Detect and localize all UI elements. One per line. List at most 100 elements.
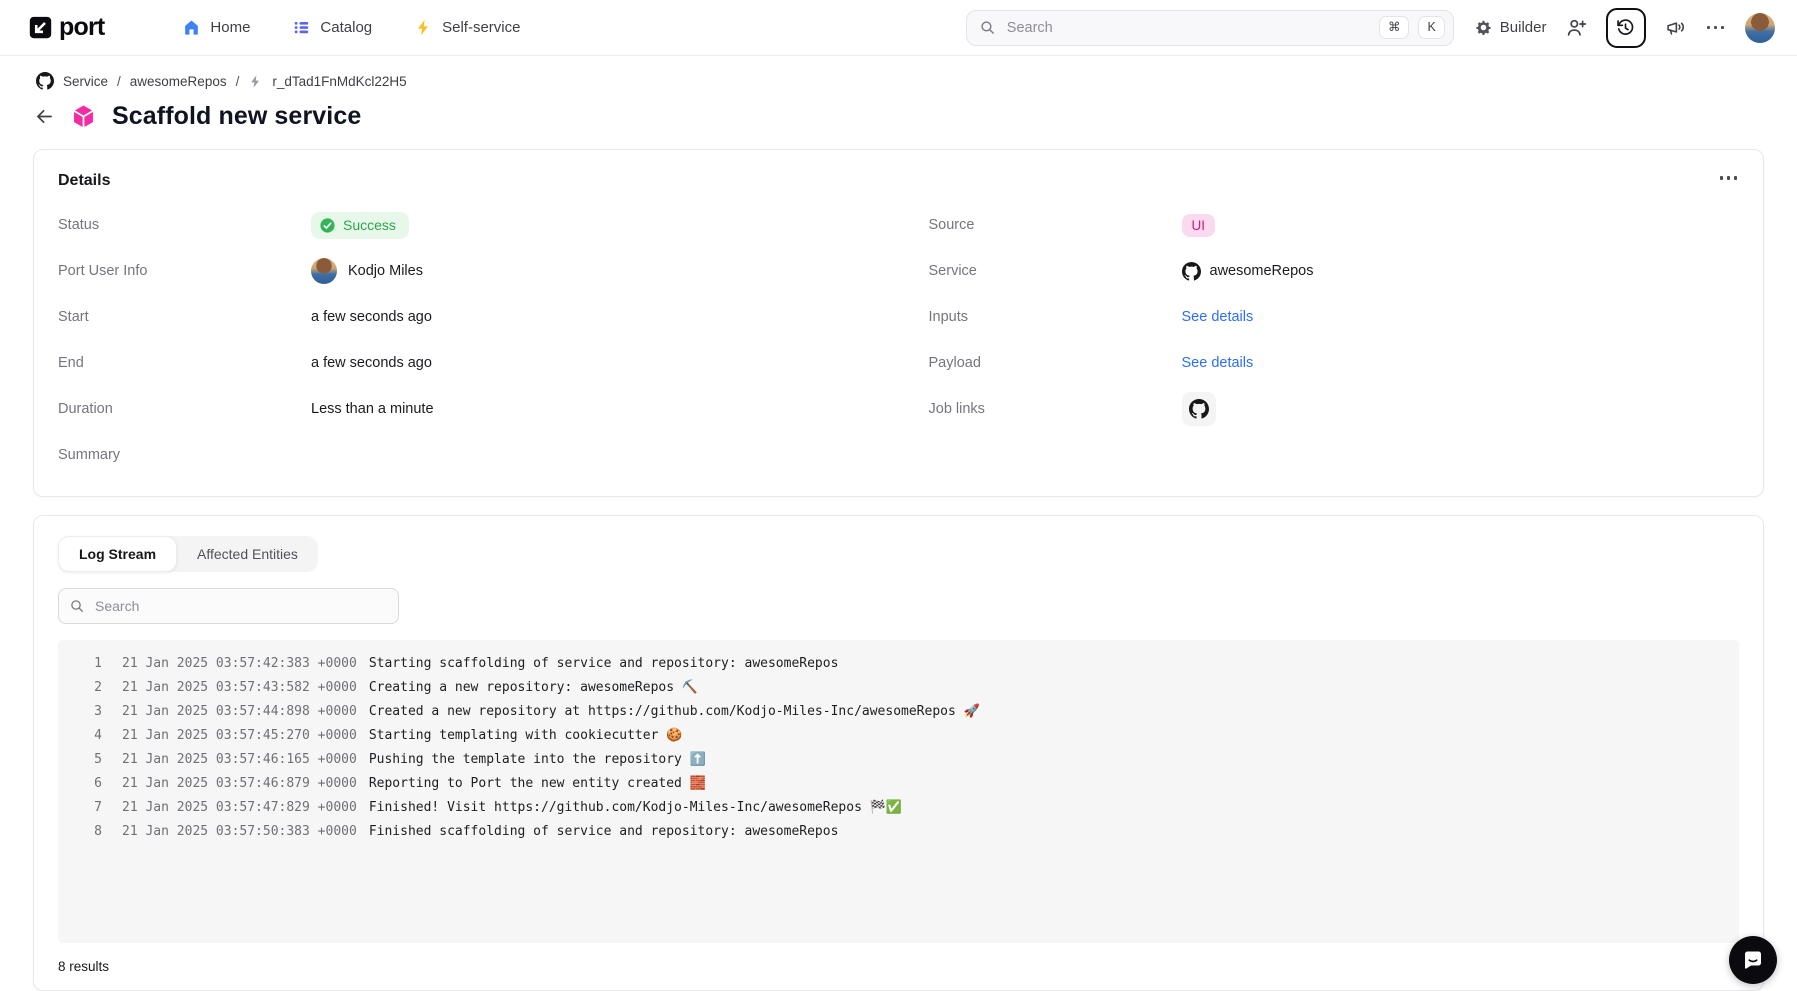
log-stream-panel: 1 21 Jan 2025 03:57:42:383 +0000 Startin… [58,640,1739,943]
log-search[interactable] [58,588,399,624]
tab-log-stream[interactable]: Log Stream [58,536,177,572]
breadcrumb-separator: / [236,74,240,89]
log-timestamp: 21 Jan 2025 03:57:47:829 +0000 [122,796,357,820]
detail-value: See details [1182,350,1740,376]
user-name: Kodjo Miles [348,263,423,279]
detail-value: Kodjo Miles [311,258,869,284]
detail-value: awesomeRepos [1182,258,1740,284]
log-message: Creating a new repository: awesomeRepos … [369,676,698,700]
run-lightning-icon [248,74,263,89]
log-line: 3 21 Jan 2025 03:57:44:898 +0000 Created… [58,700,1739,724]
cmd-keycap: ⌘ [1379,16,1410,39]
log-timestamp: 21 Jan 2025 03:57:43:582 +0000 [122,676,357,700]
detail-row: Summary [58,432,869,478]
nav-item-self-service[interactable]: Self-service [414,18,520,37]
log-message: Created a new repository at https://gith… [369,700,980,724]
detail-label: Service [929,263,1182,279]
runs-history-button[interactable] [1606,8,1646,48]
details-grid: Status Success [58,202,1739,478]
status-badge: Success [311,212,409,239]
detail-value [311,442,869,468]
builder-button[interactable]: Builder [1474,18,1547,37]
log-card: Log Stream Affected Entities 1 21 Jan 20… [33,515,1764,991]
log-line-number: 3 [58,700,102,724]
log-line-number: 2 [58,676,102,700]
global-search-input[interactable] [1005,19,1370,37]
nav-item-label: Catalog [320,19,372,36]
see-details-link[interactable]: See details [1182,355,1254,371]
back-button[interactable] [34,106,55,127]
user-avatar[interactable] [1745,13,1775,43]
detail-value: a few seconds ago [311,304,869,330]
detail-value: Less than a minute [311,396,869,422]
detail-text-value: Less than a minute [311,401,434,417]
k-keycap: K [1418,16,1444,39]
nav-items: Home Catalog Self-service [182,18,520,37]
log-timestamp: 21 Jan 2025 03:57:46:879 +0000 [122,772,357,796]
service-cell: awesomeRepos [1182,262,1314,281]
breadcrumb-service[interactable]: Service [63,74,108,89]
log-line-number: 1 [58,652,102,676]
detail-row: Status Success [58,202,869,248]
log-line-number: 5 [58,748,102,772]
lightning-icon [414,18,433,37]
job-link-github-button[interactable] [1182,392,1216,426]
port-logo-icon [27,14,54,41]
status-badge-label: Success [343,217,396,233]
log-message: Finished scaffolding of service and repo… [369,820,839,844]
github-icon [36,72,54,90]
details-card-title: Details [58,172,1739,190]
detail-label: End [58,355,311,371]
log-search-input[interactable] [93,597,388,615]
breadcrumb-run-id: r_dTad1FnMdKcl22H5 [272,74,406,89]
chat-bubble-icon [1741,948,1765,972]
detail-row: End a few seconds ago [58,340,869,386]
user-avatar-small [311,258,337,284]
log-timestamp: 21 Jan 2025 03:57:45:270 +0000 [122,724,357,748]
log-line: 2 21 Jan 2025 03:57:43:582 +0000 Creatin… [58,676,1739,700]
see-details-link[interactable]: See details [1182,309,1254,325]
detail-value [1182,392,1740,426]
nav-item-catalog[interactable]: Catalog [292,18,372,37]
detail-text-value: a few seconds ago [311,309,432,325]
more-options-button[interactable] [1705,22,1727,34]
top-navigation: port Home Catalog Self-service ⌘ K [0,0,1797,56]
log-line: 8 21 Jan 2025 03:57:50:383 +0000 Finishe… [58,820,1739,844]
title-bar: Scaffold new service [34,102,1797,131]
detail-row: Job links [929,386,1740,432]
search-icon [69,598,85,614]
source-badge: UI [1182,214,1216,237]
nav-item-label: Home [210,19,250,36]
log-line: 1 21 Jan 2025 03:57:42:383 +0000 Startin… [58,652,1739,676]
nav-item-home[interactable]: Home [182,18,250,37]
detail-value: UI [1182,212,1740,238]
log-timestamp: 21 Jan 2025 03:57:44:898 +0000 [122,700,357,724]
details-more-button[interactable] [1718,172,1740,184]
scaffold-cube-icon [70,103,97,130]
detail-label: Inputs [929,309,1182,325]
breadcrumb-awesomerepos[interactable]: awesomeRepos [130,74,227,89]
announcements-icon[interactable] [1665,17,1686,38]
details-card: Details Status Success [33,149,1764,497]
log-message: Finished! Visit https://github.com/Kodjo… [369,796,902,820]
detail-row: Inputs See details [929,294,1740,340]
log-timestamp: 21 Jan 2025 03:57:50:383 +0000 [122,820,357,844]
tab-affected-entities[interactable]: Affected Entities [177,536,318,572]
detail-label: Duration [58,401,311,417]
port-logo[interactable]: port [27,13,104,42]
log-line: 4 21 Jan 2025 03:57:45:270 +0000 Startin… [58,724,1739,748]
global-search[interactable]: ⌘ K [966,10,1454,46]
user-cell: Kodjo Miles [311,258,423,284]
detail-label: Port User Info [58,263,311,279]
service-name: awesomeRepos [1210,263,1314,279]
detail-row: Duration Less than a minute [58,386,869,432]
log-message: Reporting to Port the new entity created… [369,772,706,796]
invite-user-button[interactable] [1566,17,1587,38]
breadcrumb: Service / awesomeRepos / r_dTad1FnMdKcl2… [36,72,1797,90]
log-message: Starting templating with cookiecutter 🍪 [369,724,683,748]
details-right-column: Source UI Service [929,202,1740,478]
chat-launcher-button[interactable] [1729,936,1777,984]
detail-label: Start [58,309,311,325]
detail-label: Status [58,217,311,233]
log-line-number: 7 [58,796,102,820]
